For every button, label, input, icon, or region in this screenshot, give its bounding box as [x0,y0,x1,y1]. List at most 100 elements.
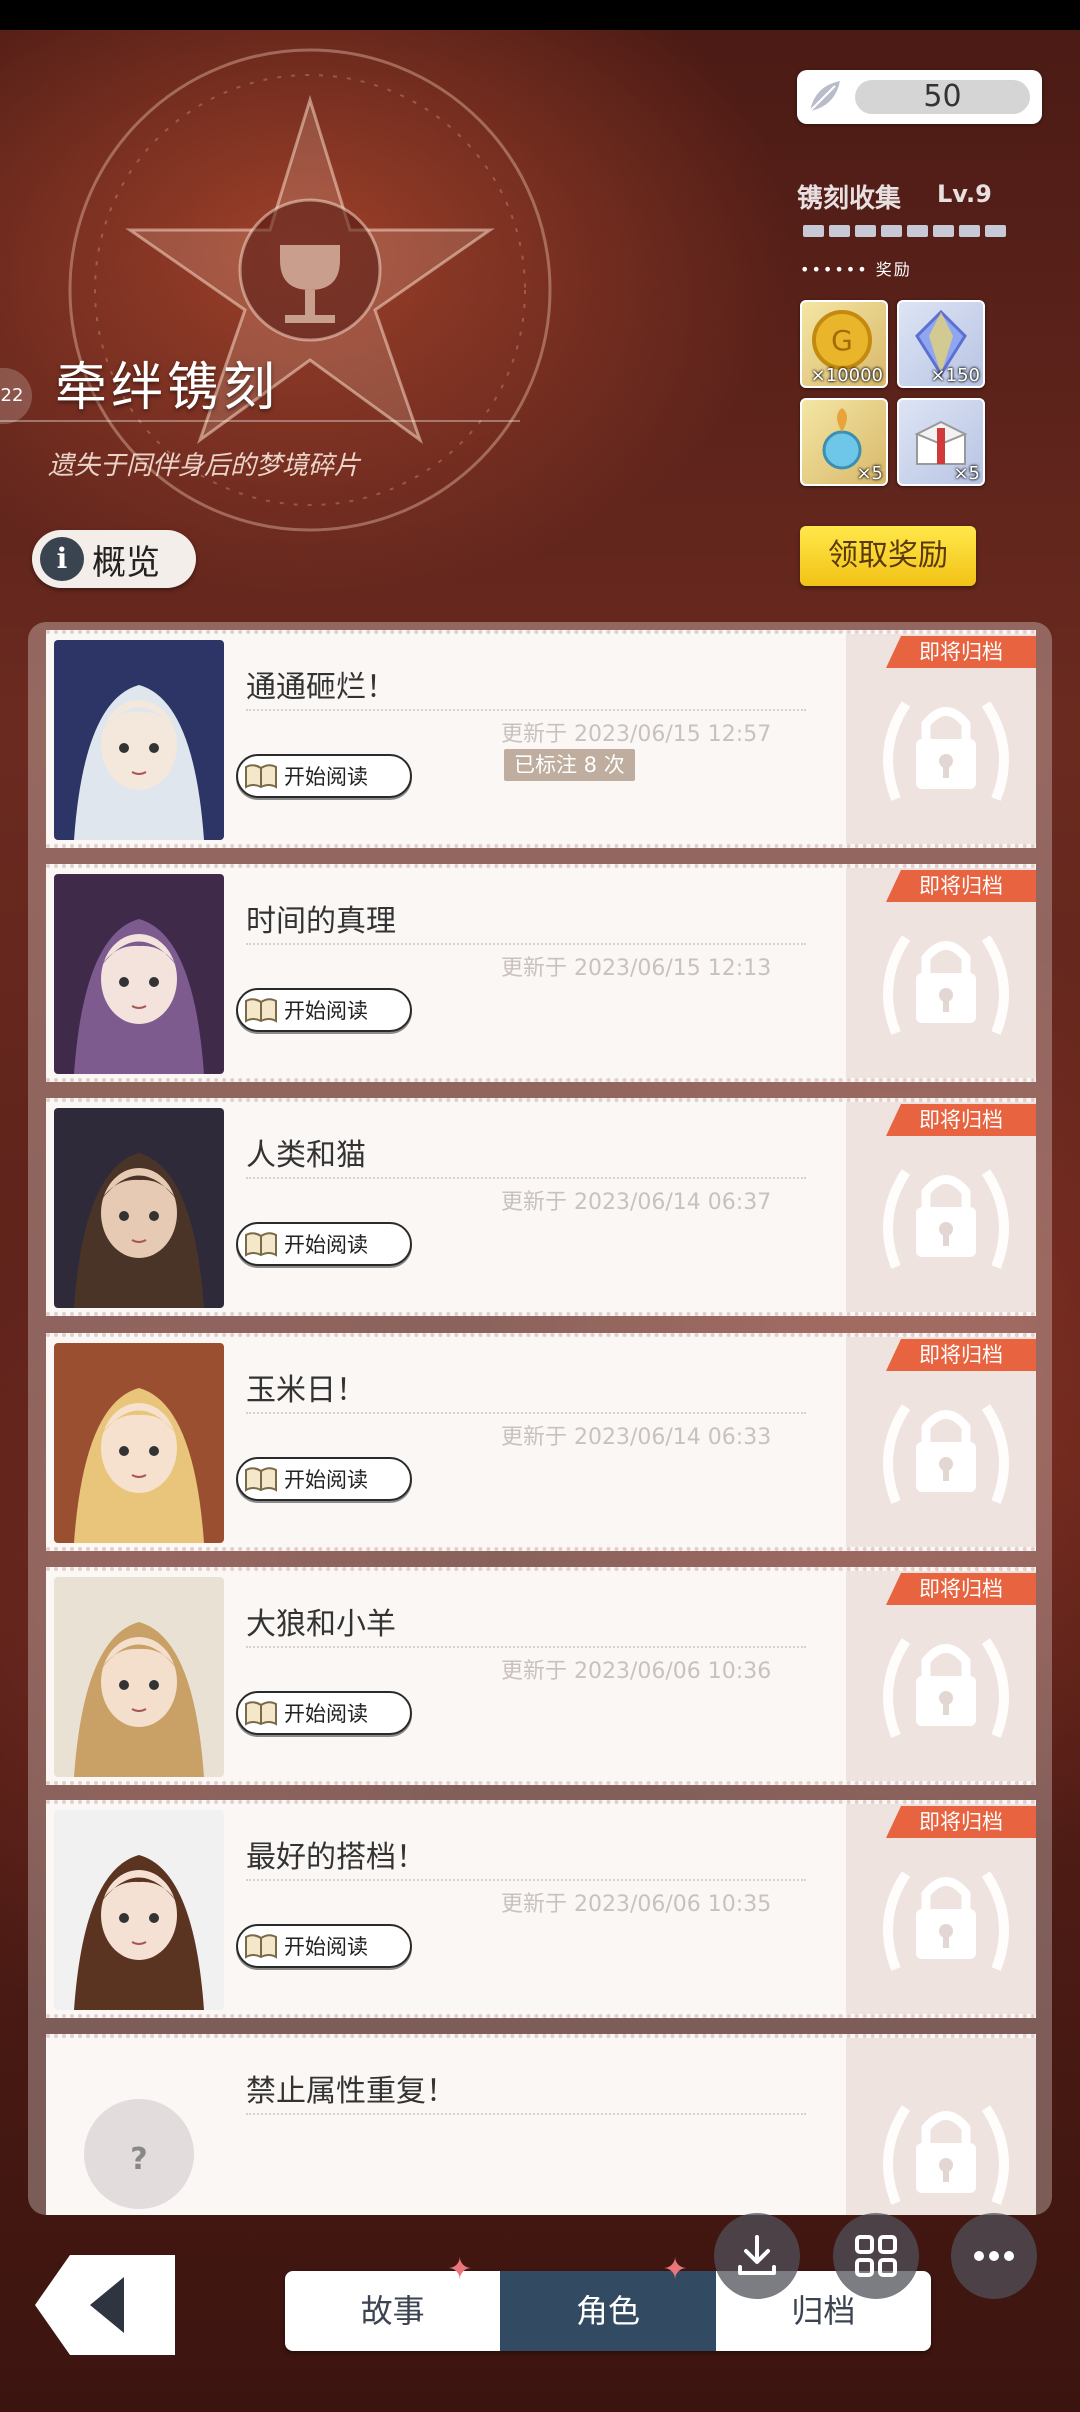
story-card[interactable]: 时间的真理 更新于 2023/06/15 12:13 开始阅读 即将归档 [46,864,1036,1082]
archive-soon-ribbon: 即将归档 [886,636,1036,668]
start-reading-label: 开始阅读 [284,999,368,1023]
progress-pip [959,225,980,237]
book-icon [245,1232,277,1257]
start-reading-button[interactable]: 开始阅读 [236,1691,412,1735]
collection-title: 镌刻收集 [797,184,902,214]
tab-story[interactable]: 故事 ✦ [285,2255,500,2351]
tab-character[interactable]: 角色 ✦ [500,2255,716,2351]
start-reading-button[interactable]: 开始阅读 [236,1457,412,1501]
divider [246,1879,806,1881]
book-icon [245,998,277,1023]
start-reading-label: 开始阅读 [284,1702,368,1726]
update-date: 更新于 2023/06/15 12:13 [501,956,772,981]
sparkle-icon: ✦ [662,2252,688,2287]
title-block: 牵绊镌刻 [55,345,279,420]
reward-orb-charm[interactable]: ×5 [800,398,888,486]
archive-soon-ribbon: 即将归档 [886,1573,1036,1605]
start-reading-label: 开始阅读 [284,765,368,789]
start-reading-button[interactable]: 开始阅读 [236,1924,412,1968]
character-portrait [54,1108,224,1308]
reward-crystal[interactable]: ×150 [897,300,985,388]
lock-icon [883,935,1009,1035]
overview-button[interactable]: i 概览 [32,530,196,588]
reward-label: •••••• 奖励 [800,260,912,279]
progress-pip [907,225,928,237]
story-title: 通通砸烂！ [246,670,396,705]
character-portrait [54,640,224,840]
leaf-icon [809,81,840,112]
marked-count-badge: 已标注 8 次 [504,749,635,781]
story-list[interactable]: 通通砸烂！ 更新于 2023/06/15 12:57 开始阅读 已标注 8 次即… [28,622,1052,2215]
overview-label: 概览 [92,542,160,583]
lock-icon [883,1871,1009,1971]
reward-gift-box[interactable]: ×5 [897,398,985,486]
lock-icon [883,2105,1009,2205]
book-icon [245,764,277,789]
download-icon [738,2235,776,2275]
currency-value: 50 [855,80,1030,114]
story-card[interactable]: 玉米日！ 更新于 2023/06/14 06:33 开始阅读 即将归档 [46,1333,1036,1551]
start-reading-button[interactable]: 开始阅读 [236,988,412,1032]
story-card[interactable]: ? 禁止属性重复！ [46,2034,1036,2215]
more-icon [974,2251,1014,2261]
character-portrait [54,874,224,1074]
tab-label: 故事 [360,2292,425,2330]
more-options-button[interactable] [951,2213,1037,2299]
divider [246,943,806,945]
archive-soon-ribbon: 即将归档 [886,1339,1036,1371]
page-subtitle: 遗失于同伴身后的梦境碎片 [48,451,361,481]
story-card[interactable]: 最好的搭档！ 更新于 2023/06/06 10:35 开始阅读 即将归档 [46,1800,1036,2018]
divider [246,1412,806,1414]
update-date: 更新于 2023/06/14 06:37 [501,1190,772,1215]
claim-reward-button[interactable]: 领取奖励 [800,526,976,586]
character-portrait [54,1343,224,1543]
reward-count: ×5 [953,463,980,484]
svg-text:G: G [831,324,853,357]
character-portrait [54,1577,224,1777]
info-icon: i [40,537,84,581]
grid-menu-button[interactable] [833,2213,919,2299]
bottom-tabs: 故事 ✦ 角色 ✦ 归档 [285,2255,931,2351]
status-bar [0,0,1080,30]
svg-text:?: ? [130,2142,147,2177]
story-title: 大狼和小羊 [246,1607,396,1642]
back-arrow-icon [90,2277,124,2333]
start-reading-button[interactable]: 开始阅读 [236,1222,412,1266]
sparkle-icon: ✦ [447,2252,473,2287]
story-card[interactable]: 大狼和小羊 更新于 2023/06/06 10:36 开始阅读 即将归档 [46,1567,1036,1785]
progress-pip [985,225,1006,237]
reward-count: ×10000 [810,365,883,386]
divider [246,1177,806,1179]
progress-pip [855,225,876,237]
story-card[interactable]: 通通砸烂！ 更新于 2023/06/15 12:57 开始阅读 已标注 8 次 即… [46,630,1036,848]
story-title: 人类和猫 [246,1138,366,1173]
divider [246,1646,806,1648]
story-title: 玉米日！ [246,1373,366,1408]
tab-label: 归档 [791,2292,856,2330]
lock-icon [883,701,1009,801]
download-button[interactable] [714,2213,800,2299]
collection-level: Lv.9 [937,180,992,208]
story-card[interactable]: 人类和猫 更新于 2023/06/14 06:37 开始阅读 即将归档 [46,1098,1036,1316]
lock-icon [883,1169,1009,1269]
update-date: 更新于 2023/06/06 10:36 [501,1659,772,1684]
character-portrait: ? [54,2044,224,2215]
archive-soon-ribbon: 即将归档 [886,870,1036,902]
update-date: 更新于 2023/06/06 10:35 [501,1892,772,1917]
lock-icon [883,1404,1009,1504]
start-reading-label: 开始阅读 [284,1233,368,1257]
book-icon [245,1701,277,1726]
archive-soon-ribbon: 即将归档 [886,1806,1036,1838]
progress-pip [933,225,954,237]
title-divider [0,420,520,422]
character-portrait [54,1810,224,2010]
reward-gold-coin[interactable]: G ×10000 [800,300,888,388]
divider [246,2113,806,2115]
start-reading-label: 开始阅读 [284,1935,368,1959]
start-reading-label: 开始阅读 [284,1468,368,1492]
lock-icon [883,1638,1009,1738]
start-reading-button[interactable]: 开始阅读 [236,754,412,798]
update-date: 更新于 2023/06/14 06:33 [501,1425,772,1450]
reward-count: ×5 [856,463,883,484]
grid-icon [855,2235,897,2277]
